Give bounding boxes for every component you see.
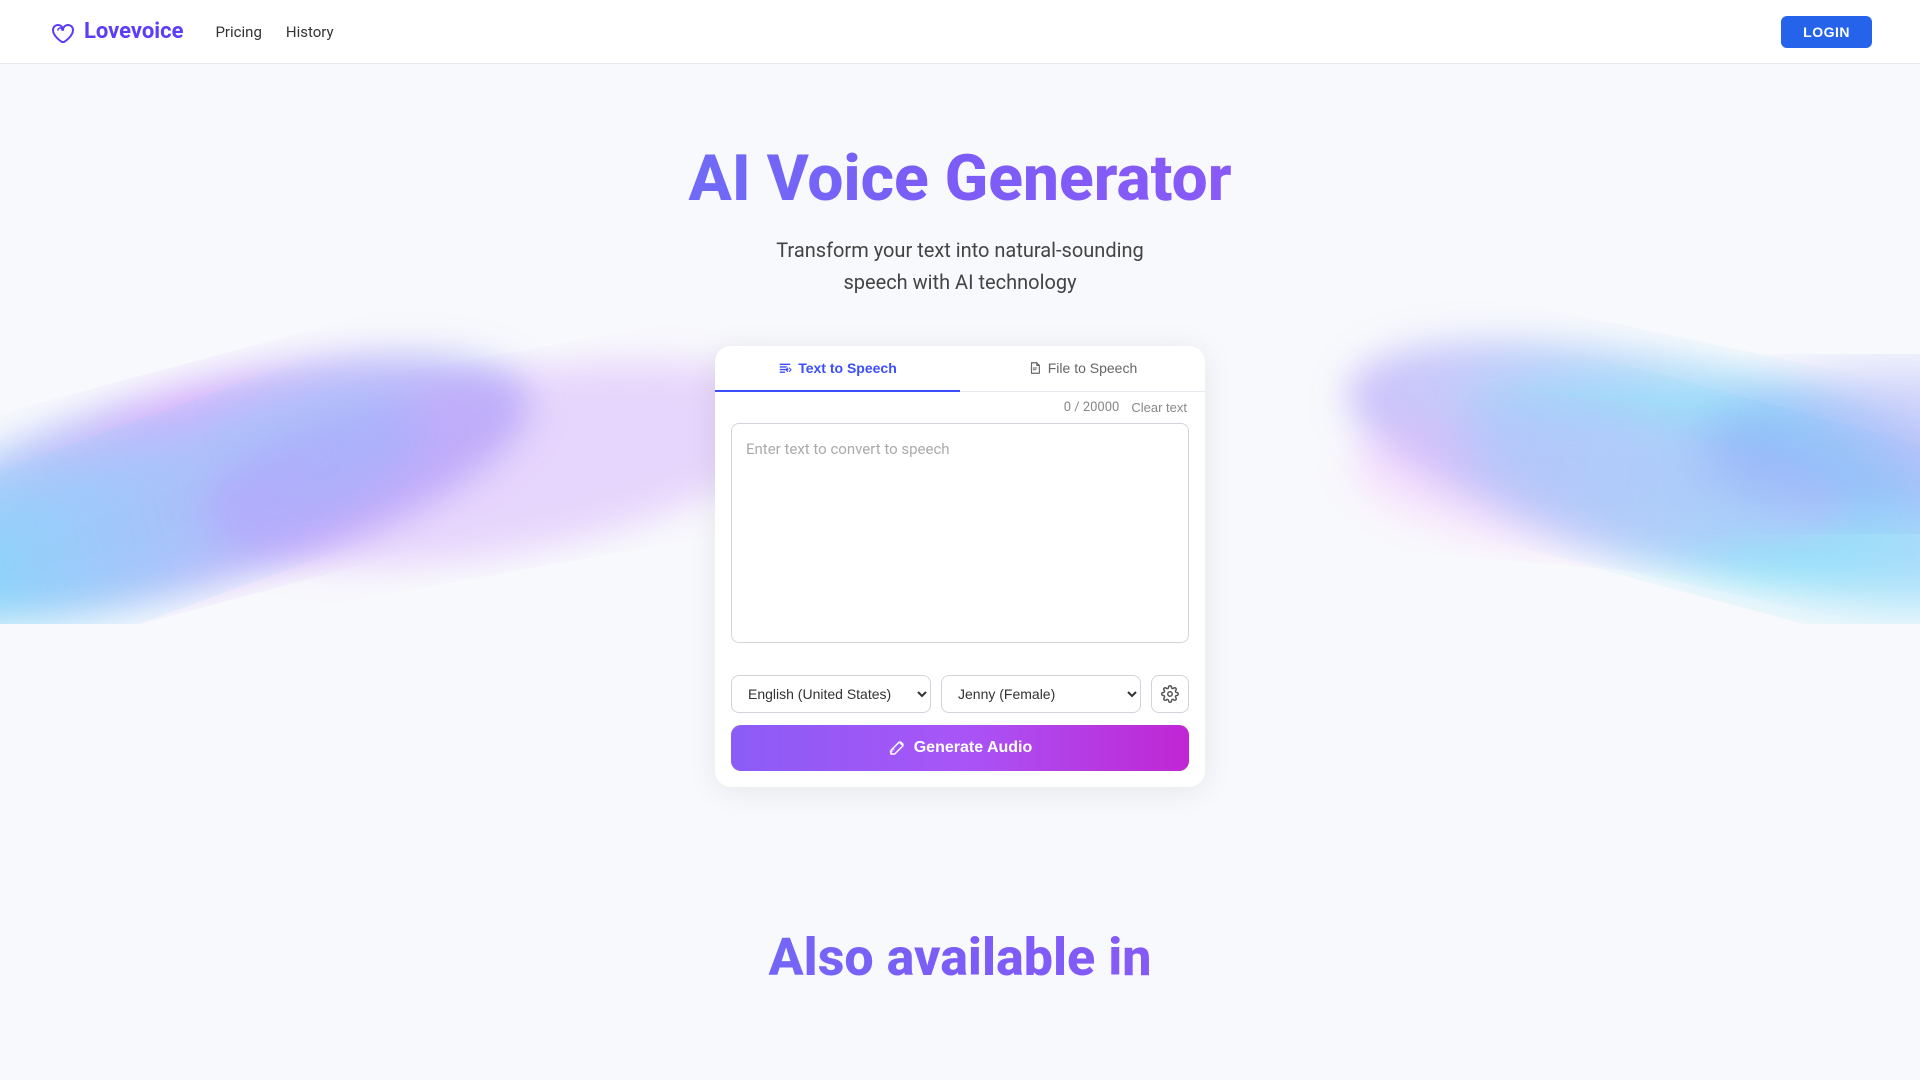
wand-icon — [888, 739, 906, 757]
gear-icon — [1161, 685, 1179, 703]
file-tab-icon — [1028, 361, 1042, 375]
bottom-title: Also available in — [24, 927, 1896, 988]
char-count: 0 / 20000 — [1064, 400, 1120, 415]
nav-links: Pricing History — [215, 23, 333, 41]
card-wrapper: Text to Speech File to Speech 0 / 20000 … — [24, 346, 1896, 787]
nav-pricing[interactable]: Pricing — [215, 23, 261, 41]
language-select[interactable]: English (United States) Spanish French G… — [731, 675, 931, 713]
main-card: Text to Speech File to Speech 0 / 20000 … — [715, 346, 1205, 787]
navbar: Lovevoice Pricing History LOGIN — [0, 0, 1920, 64]
tab-file-to-speech[interactable]: File to Speech — [960, 346, 1205, 392]
speech-textarea[interactable] — [731, 423, 1189, 643]
bottom-section: Also available in — [0, 847, 1920, 988]
generate-audio-button[interactable]: Generate Audio — [731, 725, 1189, 771]
hero-section: AI Voice Generator Transform your text i… — [0, 64, 1920, 847]
voice-select[interactable]: Jenny (Female) Guy (Male) Aria (Female) … — [941, 675, 1141, 713]
tab-text-to-speech[interactable]: Text to Speech — [715, 346, 960, 392]
logo[interactable]: Lovevoice — [48, 18, 183, 46]
clear-text-button[interactable]: Clear text — [1131, 400, 1187, 415]
hero-subtitle: Transform your text into natural-soundin… — [24, 234, 1896, 298]
hero-title: AI Voice Generator — [24, 144, 1896, 214]
logo-text: Lovevoice — [84, 19, 183, 44]
textarea-section: 0 / 20000 Clear text — [715, 392, 1205, 663]
tab-bar: Text to Speech File to Speech — [715, 346, 1205, 392]
login-button[interactable]: LOGIN — [1781, 16, 1872, 48]
settings-button[interactable] — [1151, 675, 1189, 713]
char-count-row: 0 / 20000 Clear text — [731, 392, 1189, 423]
controls-row: English (United States) Spanish French G… — [715, 663, 1205, 713]
nav-history[interactable]: History — [286, 23, 334, 41]
nav-left: Lovevoice Pricing History — [48, 18, 334, 46]
text-tab-icon — [778, 361, 792, 375]
logo-icon — [48, 18, 76, 46]
